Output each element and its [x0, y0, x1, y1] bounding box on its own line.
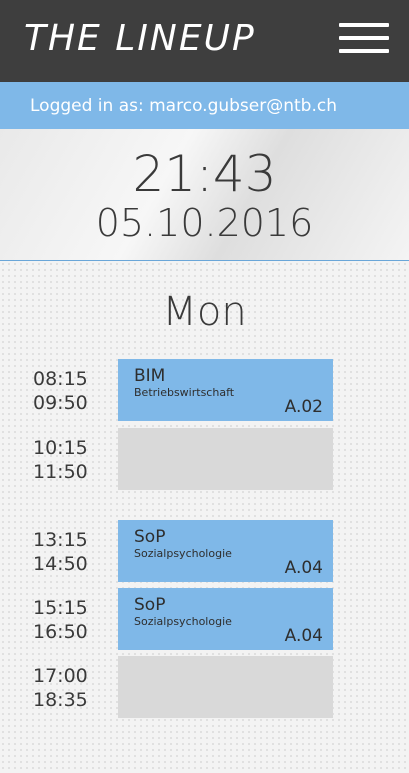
slot-end: 16:50	[33, 621, 88, 643]
slot-end: 09:50	[33, 392, 88, 414]
lesson-slot: 08:15 09:50 BIM Betriebswirtschaft A.02	[0, 359, 409, 421]
course-name: Betriebswirtschaft	[134, 386, 235, 399]
menu-bar-middle	[339, 36, 389, 40]
login-label: Logged in as:	[30, 96, 144, 116]
course-name: Sozialpsychologie	[134, 615, 232, 628]
lesson-slot: 17:00 18:35	[0, 656, 409, 718]
slot-end: 14:50	[33, 553, 88, 575]
slot-start: 10:15	[33, 437, 88, 459]
hamburger-menu-icon[interactable]	[339, 23, 389, 55]
slot-times: 10:15 11:50	[33, 436, 88, 484]
slot-start: 13:15	[33, 529, 88, 551]
slot-start: 08:15	[33, 368, 88, 390]
course-name: Sozialpsychologie	[134, 547, 232, 560]
slot-times: 15:15 16:50	[33, 596, 88, 644]
empty-slot	[118, 656, 333, 718]
slot-start: 15:15	[33, 597, 88, 619]
room-label: A.04	[284, 558, 323, 578]
course-code: BIM	[134, 366, 166, 386]
room-label: A.02	[284, 397, 323, 417]
login-status: Logged in as: marco.gubser@ntb.ch	[30, 96, 337, 116]
lesson-card[interactable]: SoP Sozialpsychologie A.04	[118, 588, 333, 650]
slot-times: 08:15 09:50	[33, 367, 88, 415]
slot-end: 18:35	[33, 689, 88, 711]
app-header: THE LINEUP	[0, 0, 409, 82]
course-code: SoP	[134, 595, 166, 615]
lesson-card[interactable]: BIM Betriebswirtschaft A.02	[118, 359, 333, 421]
clock-panel: 21:43 05.10.2016	[0, 129, 409, 261]
lesson-card[interactable]: SoP Sozialpsychologie A.04	[118, 520, 333, 582]
lesson-slot: 15:15 16:50 SoP Sozialpsychologie A.04	[0, 588, 409, 650]
room-label: A.04	[284, 626, 323, 646]
login-email: marco.gubser@ntb.ch	[149, 96, 337, 116]
current-date: 05.10.2016	[95, 201, 314, 245]
course-code: SoP	[134, 527, 166, 547]
current-time: 21:43	[132, 145, 277, 203]
schedule-panel: Mon 08:15 09:50 BIM Betriebswirtschaft A…	[0, 261, 409, 773]
day-title: Mon	[162, 289, 247, 335]
slot-times: 13:15 14:50	[33, 528, 88, 576]
empty-slot	[118, 428, 333, 490]
menu-bar-bottom	[339, 49, 389, 53]
slot-times: 17:00 18:35	[33, 664, 88, 712]
lesson-slot: 13:15 14:50 SoP Sozialpsychologie A.04	[0, 520, 409, 582]
menu-bar-top	[339, 23, 389, 27]
login-bar: Logged in as: marco.gubser@ntb.ch	[0, 82, 409, 129]
lesson-slot: 10:15 11:50	[0, 428, 409, 490]
slot-end: 11:50	[33, 461, 88, 483]
slot-start: 17:00	[33, 665, 88, 687]
app-logo: THE LINEUP	[24, 18, 256, 59]
